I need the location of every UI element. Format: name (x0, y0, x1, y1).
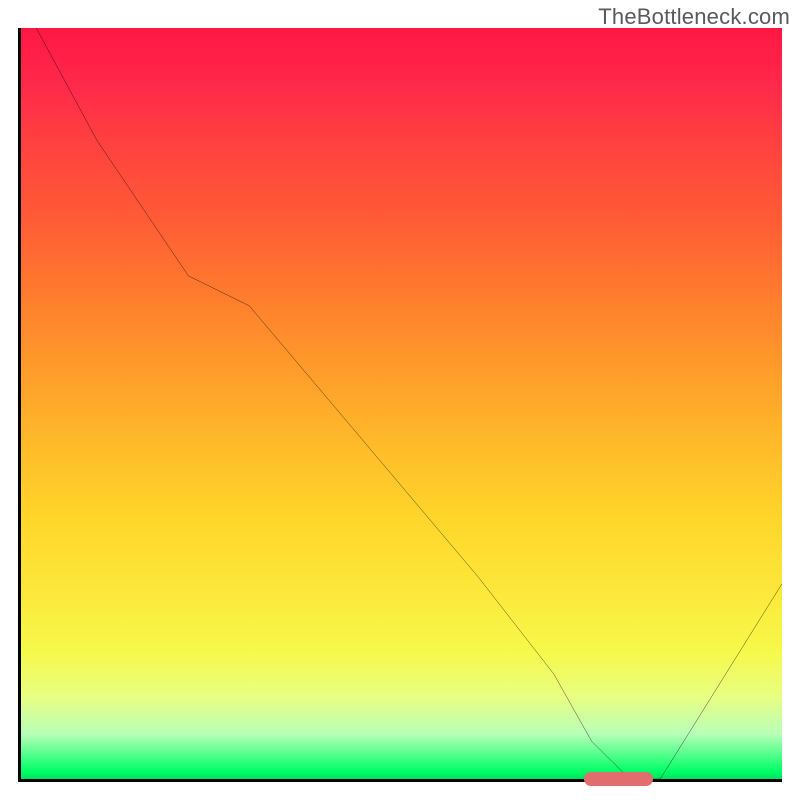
optimal-range-marker (584, 772, 652, 786)
bottleneck-curve (21, 28, 782, 779)
chart-container: TheBottleneck.com (0, 0, 800, 800)
plot-area (18, 28, 782, 782)
curve-path (36, 28, 782, 779)
watermark-text: TheBottleneck.com (598, 4, 790, 30)
